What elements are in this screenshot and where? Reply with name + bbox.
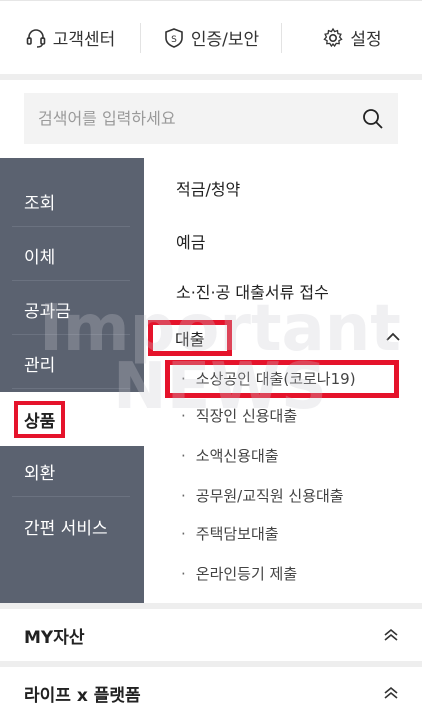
submenu-item-online-registration[interactable]: · 온라인등기 제출 <box>181 563 297 584</box>
customer-center-label: 고객센터 <box>52 30 116 50</box>
bullet: · <box>181 487 186 505</box>
left-menu: 조회 이체 공과금 관리 상품 외환 간편 서비스 <box>0 158 144 603</box>
menu-item-savings-subscription[interactable]: 적금/청약 <box>176 176 240 200</box>
submenu-item-label: 직장인 신용대출 <box>195 407 298 425</box>
bullet: · <box>181 565 186 583</box>
left-menu-item-easy-service[interactable]: 간편 서비스 <box>12 501 130 551</box>
left-menu-item-inquiry[interactable]: 조회 <box>12 177 130 227</box>
auth-security-label: 인증/보안 <box>190 30 260 50</box>
shield-icon: S <box>165 27 183 48</box>
submenu-item-employee-credit-loan[interactable]: · 직장인 신용대출 <box>181 405 297 426</box>
menu-item-deposit[interactable]: 예금 <box>176 229 205 253</box>
submenu-item-small-credit-loan[interactable]: · 소액신용대출 <box>181 445 279 466</box>
customer-center-link[interactable]: 고객센터 <box>0 1 140 75</box>
submenu-item-label: 주택담보대출 <box>195 525 279 543</box>
bullet: · <box>181 370 186 388</box>
left-menu-item-foreign-exchange[interactable]: 외환 <box>12 447 130 497</box>
gear-icon <box>323 27 343 47</box>
submenu-item-small-business-loan[interactable]: · 소상공인 대출(코로나19) <box>181 368 356 389</box>
accordion-life-platform[interactable]: 라이프 x 플랫폼 <box>0 667 422 719</box>
left-menu-item-label: 조회 <box>24 194 56 214</box>
submenu-item-label: 소액신용대출 <box>195 447 279 465</box>
accordion-label: 라이프 x 플랫폼 <box>24 685 141 706</box>
submenu-item-label: 온라인등기 제출 <box>195 565 298 583</box>
submenu-item-mortgage-loan[interactable]: · 주택담보대출 <box>181 523 279 544</box>
search-input[interactable] <box>38 109 362 128</box>
left-menu-item-transfer[interactable]: 이체 <box>12 231 130 281</box>
left-menu-item-management[interactable]: 관리 <box>12 339 130 389</box>
section-divider <box>0 74 422 80</box>
submenu-item-public-servant-loan[interactable]: · 공무원/교직원 신용대출 <box>181 485 344 506</box>
left-menu-item-label: 공과금 <box>24 302 71 322</box>
left-menu-item-label: 상품 <box>14 400 66 438</box>
menu-item-loan-documents[interactable]: 소·진·공 대출서류 접수 <box>176 279 329 303</box>
left-menu-item-label: 관리 <box>24 356 56 376</box>
bullet: · <box>181 447 186 465</box>
chevron-up-icon[interactable] <box>386 332 400 342</box>
left-menu-item-label: 이체 <box>24 248 56 268</box>
search-icon[interactable] <box>362 108 384 130</box>
left-menu-item-label: 외환 <box>24 464 56 484</box>
settings-link[interactable]: 설정 <box>282 1 422 75</box>
bullet: · <box>181 407 186 425</box>
left-menu-item-products[interactable]: 상품 <box>0 392 144 446</box>
double-chevron-up-icon <box>384 628 398 641</box>
accordion-label: MY자산 <box>24 627 85 648</box>
headset-icon <box>26 28 46 48</box>
bullet: · <box>181 525 186 543</box>
svg-text:S: S <box>171 35 177 45</box>
left-menu-item-label: 간편 서비스 <box>24 518 108 539</box>
left-menu-item-utility-bills[interactable]: 공과금 <box>12 285 130 335</box>
double-chevron-up-icon <box>384 686 398 699</box>
menu-category-loan[interactable]: 대출 <box>175 326 204 350</box>
accordion-my-assets[interactable]: MY자산 <box>0 609 422 661</box>
auth-security-link[interactable]: S 인증/보안 <box>141 1 281 75</box>
submenu-item-label: 공무원/교직원 신용대출 <box>195 487 344 505</box>
top-nav: 고객센터 S 인증/보안 설정 <box>0 0 422 74</box>
submenu-item-label: 소상공인 대출(코로나19) <box>195 370 356 388</box>
search-bar <box>24 93 398 144</box>
settings-label: 설정 <box>350 30 382 50</box>
